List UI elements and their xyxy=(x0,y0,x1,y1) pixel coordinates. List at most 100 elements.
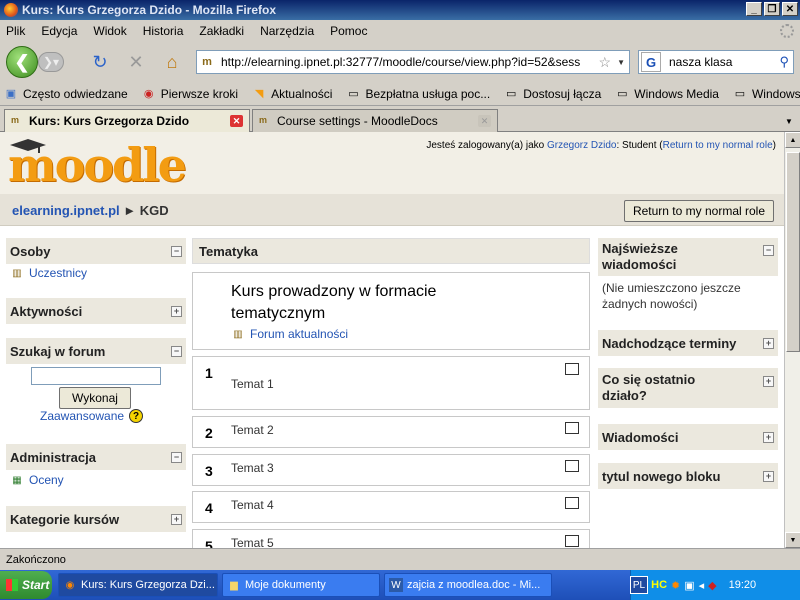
forum-icon: ▥ xyxy=(233,328,243,340)
bookmark-czesto[interactable]: ▣ Często odwiedzane xyxy=(4,87,128,101)
block-title: Osoby xyxy=(10,243,51,259)
tab-list-icon[interactable]: ▼ xyxy=(780,112,798,130)
bookmark-windows[interactable]: ▭ Windows xyxy=(733,87,800,101)
section-title: Temat 5 xyxy=(231,536,274,548)
section-intro: Kurs prowadzony w formacie tematycznym ▥… xyxy=(192,272,590,350)
tab-label: Course settings - MoodleDocs xyxy=(277,114,438,128)
tab-course[interactable]: m Kurs: Kurs Grzegorza Dzido ✕ xyxy=(4,109,250,132)
expand-toggle[interactable]: + xyxy=(763,470,774,482)
section-number: 1 xyxy=(205,365,213,381)
block-title-line1: Najświeższe xyxy=(602,241,678,256)
collapse-toggle[interactable]: − xyxy=(171,345,182,357)
news-forum-link[interactable]: ▥ Forum aktualności xyxy=(231,327,348,341)
reload-icon[interactable]: ↻ xyxy=(90,52,110,72)
tab-strip: m Kurs: Kurs Grzegorza Dzido ✕ m Course … xyxy=(0,106,800,132)
url-dropdown-icon[interactable]: ▼ xyxy=(617,58,625,67)
menu-plik[interactable]: Plik xyxy=(6,24,25,38)
task-documents[interactable]: ▆ Moje dokumenty xyxy=(222,573,380,597)
collapse-toggle[interactable]: − xyxy=(171,245,182,257)
menu-pomoc[interactable]: Pomoc xyxy=(330,24,367,38)
stop-icon[interactable]: ✕ xyxy=(126,52,146,72)
task-firefox[interactable]: ◉ Kurs: Kurs Grzegorza Dzi... xyxy=(58,573,218,597)
grades-link[interactable]: ▦ Oceny xyxy=(10,473,63,487)
expand-toggle[interactable]: + xyxy=(171,305,182,317)
breadcrumb-bar: elearning.ipnet.pl ► KGD Return to my no… xyxy=(0,194,784,226)
section-highlight-checkbox[interactable] xyxy=(565,363,579,375)
bookmark-aktualnosci[interactable]: ◥ Aktualności xyxy=(252,87,333,101)
tray-network-icon[interactable]: ▣ xyxy=(684,579,694,592)
section-highlight-checkbox[interactable] xyxy=(565,497,579,509)
section-highlight-checkbox[interactable] xyxy=(565,460,579,472)
tab-close-icon[interactable]: ✕ xyxy=(478,115,491,127)
collapse-toggle[interactable]: − xyxy=(171,451,182,463)
breadcrumb-site-link[interactable]: elearning.ipnet.pl xyxy=(12,203,120,218)
forum-search-input[interactable] xyxy=(31,367,161,385)
expand-toggle[interactable]: + xyxy=(763,376,774,387)
bookmark-star-icon[interactable]: ☆ xyxy=(598,54,611,71)
link-label: Uczestnicy xyxy=(29,266,88,280)
section-highlight-checkbox[interactable] xyxy=(565,422,579,434)
url-bar[interactable]: m http://elearning.ipnet.pl:32777/moodle… xyxy=(196,50,630,74)
task-label: zajcia z moodlea.doc - Mi... xyxy=(407,579,541,591)
scroll-thumb[interactable] xyxy=(786,152,800,352)
window-controls: _ ❐ ✕ xyxy=(746,2,798,16)
close-button[interactable]: ✕ xyxy=(782,2,798,16)
search-engine-icon[interactable]: G xyxy=(641,52,661,72)
menu-edycja[interactable]: Edycja xyxy=(41,24,77,38)
tray-hc-icon[interactable]: HC xyxy=(651,579,667,591)
tray-shield-icon[interactable]: ◆ xyxy=(708,579,716,592)
user-link[interactable]: Grzegorz Dzido xyxy=(547,140,616,151)
menu-zakladki[interactable]: Zakładki xyxy=(199,24,244,38)
search-icon[interactable]: ⚲ xyxy=(779,54,789,70)
bookmark-bezplatna[interactable]: ▭ Bezpłatna usługa poc... xyxy=(346,87,490,101)
help-icon[interactable]: ? xyxy=(129,409,144,423)
bookmark-dostosuj[interactable]: ▭ Dostosuj łącza xyxy=(504,87,601,101)
login-role: : Student ( xyxy=(616,140,663,151)
expand-toggle[interactable]: + xyxy=(763,431,774,443)
task-word[interactable]: W zajcia z moodlea.doc - Mi... xyxy=(384,573,552,597)
search-bar[interactable]: G nasza klasa ⚲ xyxy=(638,50,794,74)
return-role-button[interactable]: Return to my normal role xyxy=(623,200,774,222)
section-title: Temat 2 xyxy=(231,423,274,437)
scroll-up-icon[interactable]: ▲ xyxy=(785,132,800,148)
moodle-favicon-icon: m xyxy=(11,115,20,125)
task-label: Kurs: Kurs Grzegorza Dzi... xyxy=(81,579,215,591)
scroll-down-icon[interactable]: ▼ xyxy=(785,532,800,548)
tab-close-icon[interactable]: ✕ xyxy=(230,115,243,127)
tray-sun-icon[interactable]: ✹ xyxy=(671,579,680,592)
back-button[interactable]: ❮ xyxy=(6,46,38,78)
expand-toggle[interactable]: + xyxy=(763,337,774,349)
block-upcoming-header: Nadchodzące terminy + xyxy=(598,330,778,356)
tab-moodledocs[interactable]: m Course settings - MoodleDocs ✕ xyxy=(252,109,498,132)
folder-icon: ▣ xyxy=(5,88,17,100)
menu-widok[interactable]: Widok xyxy=(93,24,126,38)
page-scrollbar[interactable]: ▲ ▼ xyxy=(784,132,800,548)
task-label: Moje dokumenty xyxy=(245,579,326,591)
expand-toggle[interactable]: + xyxy=(171,513,182,525)
participants-link[interactable]: ▥ Uczestnicy xyxy=(10,266,87,280)
search-input[interactable]: nasza klasa xyxy=(669,55,769,69)
url-text[interactable]: http://elearning.ipnet.pl:32777/moodle/c… xyxy=(221,55,581,69)
bookmark-windows-media[interactable]: ▭ Windows Media xyxy=(615,87,719,101)
status-text: Zakończono xyxy=(6,553,66,566)
home-icon[interactable]: ⌂ xyxy=(162,52,182,72)
main-header: Tematyka xyxy=(192,238,590,264)
search-submit-button[interactable]: Wykonaj xyxy=(59,387,131,409)
return-role-link[interactable]: Return to my normal role xyxy=(663,140,773,151)
section-title: Temat 4 xyxy=(231,498,274,512)
language-indicator[interactable]: PL xyxy=(630,576,648,594)
section-highlight-checkbox[interactable] xyxy=(565,535,579,547)
start-button[interactable]: Start xyxy=(0,571,52,599)
menu-historia[interactable]: Historia xyxy=(143,24,184,38)
menu-narzedzia[interactable]: Narzędzia xyxy=(260,24,314,38)
restore-button[interactable]: ❐ xyxy=(764,2,780,16)
tray-volume-icon[interactable]: ◂ xyxy=(699,579,705,592)
forward-button[interactable]: ❯▾ xyxy=(38,52,64,72)
block-aktywnosci-header: Aktywności + xyxy=(6,298,186,324)
collapse-toggle[interactable]: − xyxy=(763,245,774,256)
advanced-search-link[interactable]: Zaawansowane ? xyxy=(40,409,144,423)
minimize-button[interactable]: _ xyxy=(746,2,762,16)
bookmark-pierwsze[interactable]: ◉ Pierwsze kroki xyxy=(142,87,238,101)
section-number: 3 xyxy=(205,463,213,479)
moodle-logo[interactable]: moodle xyxy=(8,139,204,190)
